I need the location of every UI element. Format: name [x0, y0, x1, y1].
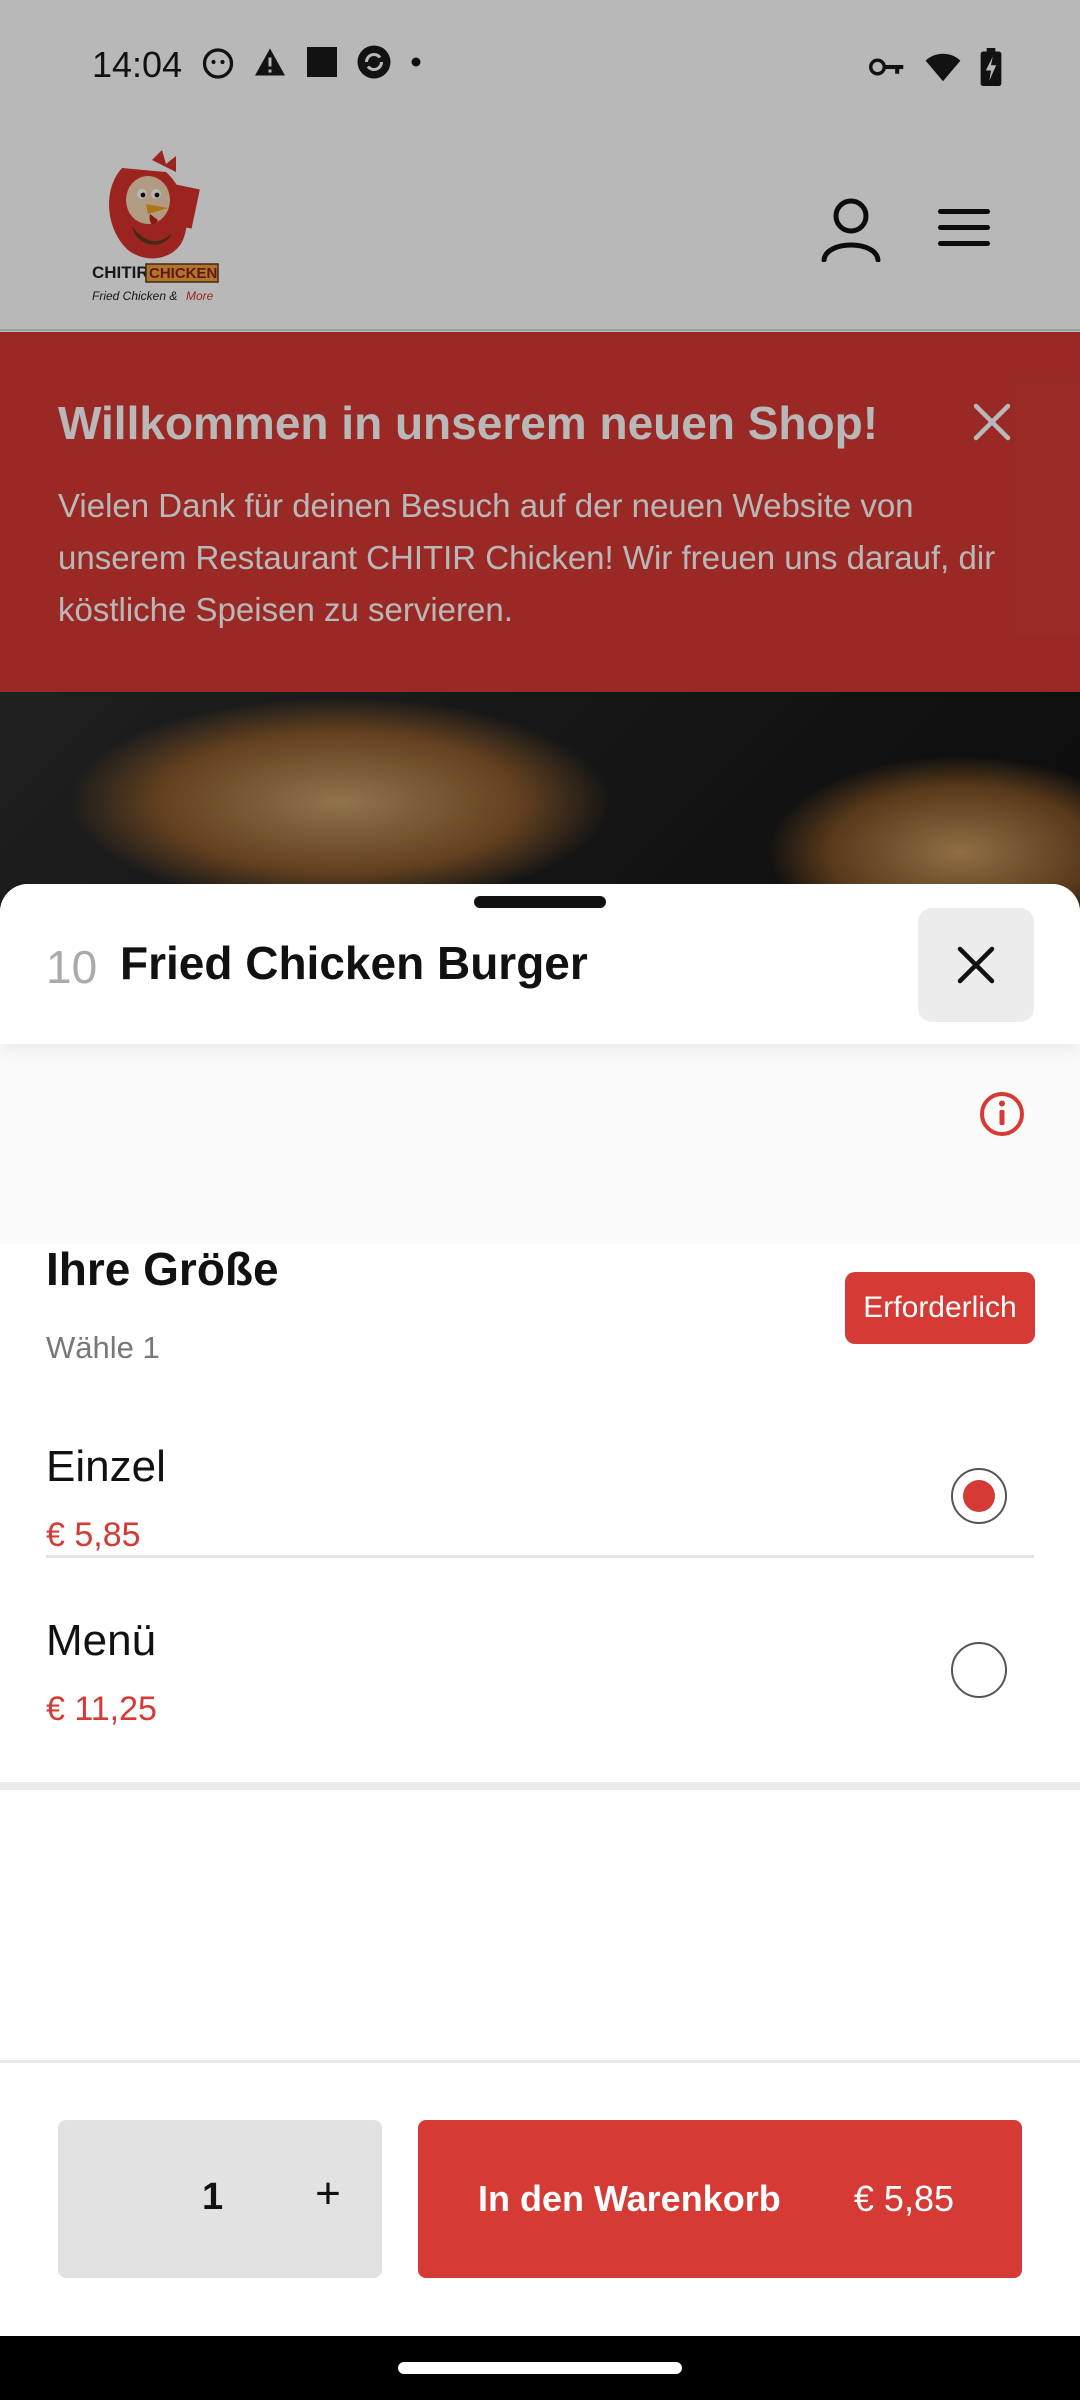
option-name: Einzel	[46, 1442, 166, 1491]
add-to-cart-label: In den Warenkorb	[478, 2178, 781, 2219]
size-option-menue[interactable]: Menü € 11,25	[46, 1560, 1034, 1734]
option-price: € 5,85	[46, 1516, 141, 1554]
drag-handle[interactable]	[474, 896, 606, 908]
radio-button-selected[interactable]	[951, 1468, 1007, 1524]
home-gesture-pill[interactable]	[398, 2362, 682, 2374]
required-badge: Erforderlich	[845, 1272, 1035, 1344]
item-title: Fried Chicken Burger	[120, 937, 588, 989]
radio-button[interactable]	[951, 1642, 1007, 1698]
option-group-title: Ihre Größe	[46, 1243, 279, 1295]
item-description-area	[0, 1044, 1080, 1244]
option-price: € 11,25	[46, 1690, 157, 1728]
divider	[0, 1782, 1080, 1790]
sheet-header: 10 Fried Chicken Burger	[0, 884, 1080, 1044]
add-to-cart-button[interactable]: In den Warenkorb € 5,85	[418, 2120, 1022, 2278]
plus-button[interactable]: +	[298, 2164, 358, 2224]
add-to-cart-price: € 5,85	[853, 2178, 954, 2219]
item-number: 10	[46, 941, 98, 993]
size-option-einzel[interactable]: Einzel € 5,85	[46, 1384, 1034, 1558]
info-icon[interactable]	[978, 1090, 1026, 1138]
product-bottom-sheet: 10 Fried Chicken Burger Ihre Größe Wähle…	[0, 884, 1080, 2336]
footer-divider	[0, 2060, 1080, 2063]
close-icon	[957, 946, 995, 984]
option-group-subtitle: Wähle 1	[46, 1330, 160, 1365]
quantity-value: 1	[202, 2176, 224, 2218]
option-name: Menü	[46, 1616, 157, 1665]
quantity-stepper: 1 +	[58, 2120, 382, 2278]
close-sheet-button[interactable]	[918, 908, 1034, 1022]
